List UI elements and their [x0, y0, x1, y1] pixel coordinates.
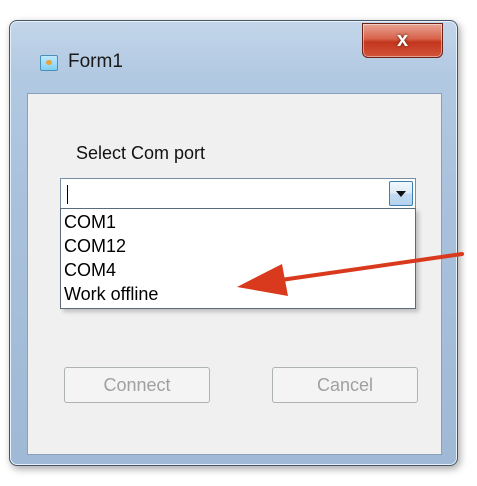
connect-button[interactable]: Connect — [64, 367, 210, 403]
select-com-port-label: Select Com port — [76, 143, 206, 163]
combo-dropdown-button[interactable] — [389, 181, 413, 206]
chevron-down-icon — [396, 190, 406, 197]
window-title: Form1 — [68, 51, 123, 72]
com-port-dropdown-list: COM1 COM12 COM4 Work offline — [60, 208, 416, 309]
title-bar[interactable]: Form1 x — [10, 21, 457, 93]
dropdown-item-work-offline[interactable]: Work offline — [61, 282, 415, 306]
dropdown-item-com12[interactable]: COM12 — [61, 234, 415, 258]
form1-window: Form1 x Select Com port COM1 COM12 COM4 … — [9, 20, 458, 466]
client-area: Select Com port COM1 COM12 COM4 Work off… — [27, 93, 442, 455]
form-app-icon — [40, 55, 58, 71]
text-caret — [67, 185, 68, 204]
close-button[interactable]: x — [362, 23, 443, 58]
cancel-button[interactable]: Cancel — [272, 367, 418, 403]
com-port-combobox[interactable] — [60, 178, 416, 209]
close-icon: x — [396, 29, 409, 51]
dropdown-item-com4[interactable]: COM4 — [61, 258, 415, 282]
dropdown-item-com1[interactable]: COM1 — [61, 210, 415, 234]
